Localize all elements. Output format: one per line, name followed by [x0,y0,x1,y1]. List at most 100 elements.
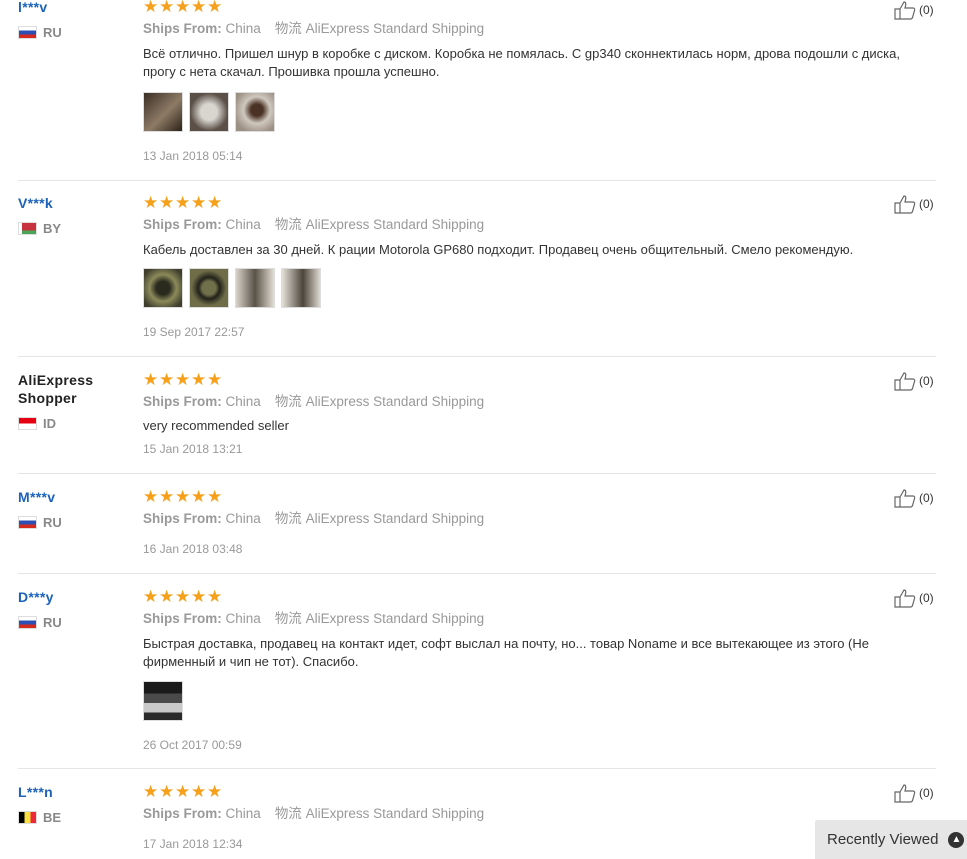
star-icon: ★ [159,782,175,801]
review-photo[interactable] [235,268,275,308]
star-icon: ★ [191,0,207,16]
star-icon: ★ [143,370,159,389]
divider [18,473,936,474]
reviewer-info: D***y RU [18,588,133,630]
reviewer-name[interactable]: V***k [18,194,133,212]
flag-ru-icon [18,26,37,39]
helpful-button[interactable]: (0) [894,194,934,214]
thumbs-up-icon [894,589,916,608]
rating-stars: ★ ★ ★ ★ ★ [143,193,223,212]
helpful-count: (0) [919,374,934,388]
reviewer-name[interactable]: l***v [18,0,133,16]
review-photo[interactable] [143,92,183,132]
reviewer-name: AliExpress Shopper [18,372,94,406]
thumbs-up-icon [894,195,916,214]
review-text: very recommended seller [143,418,289,433]
rating-stars: ★ ★ ★ ★ ★ [143,370,223,389]
thumbs-up-icon [894,489,916,508]
star-icon: ★ [175,782,191,801]
reviewer-country: RU [18,616,62,630]
review-text: Кабель доставлен за 30 дней. К рации Mot… [143,242,854,257]
review-photo[interactable] [143,681,183,721]
star-icon: ★ [143,487,159,506]
star-icon: ★ [175,487,191,506]
flag-ru-icon [18,616,37,629]
star-icon: ★ [207,782,223,801]
review-photo[interactable] [281,268,321,308]
star-icon: ★ [159,487,175,506]
review-text: Всё отлично. Пришел шнур в коробке с дис… [143,46,900,79]
reviewer-country: RU [18,516,62,530]
divider [18,180,936,181]
reviewer-info: AliExpress Shopper ID [18,371,133,431]
star-icon: ★ [207,587,223,606]
review-photo[interactable] [143,268,183,308]
reviewer-info: l***v RU [18,0,133,40]
divider [18,768,936,769]
review-photo[interactable] [235,92,275,132]
review-photo[interactable] [189,92,229,132]
reviewer-name[interactable]: D***y [18,588,133,606]
thumbs-up-icon [894,1,916,20]
divider [18,356,936,357]
flag-id-icon [18,417,37,430]
review-photos [143,268,321,308]
review-date: 15 Jan 2018 13:21 [143,442,243,456]
reviewer-name[interactable]: L***n [18,783,133,801]
star-icon: ★ [159,193,175,212]
star-icon: ★ [191,587,207,606]
star-icon: ★ [191,782,207,801]
rating-stars: ★ ★ ★ ★ ★ [143,0,222,15]
shipping-info: Ships From: China 物流 AliExpress Standard … [143,806,485,821]
recently-viewed-tab[interactable]: Recently Viewed ▲ [815,820,967,859]
chevron-up-icon[interactable]: ▲ [948,831,965,848]
star-icon: ★ [159,0,175,16]
review-photos [143,92,275,132]
helpful-count: (0) [919,491,934,505]
star-icon: ★ [175,370,191,389]
reviewer-country: ID [18,417,56,431]
recently-viewed-label: Recently Viewed [827,831,939,848]
flag-by-icon [18,222,37,235]
reviewer-info: M***v RU [18,488,133,530]
helpful-button[interactable]: (0) [894,0,934,20]
helpful-button[interactable]: (0) [894,371,934,391]
star-icon: ★ [191,487,207,506]
reviewer-country: BE [18,811,61,825]
star-icon: ★ [207,0,223,16]
star-icon: ★ [207,370,223,389]
review-text: Быстрая доставка, продавец на контакт ид… [143,636,869,669]
helpful-button[interactable]: (0) [894,588,934,608]
star-icon: ★ [207,487,223,506]
rating-stars: ★ ★ ★ ★ ★ [143,587,223,606]
shipping-info: Ships From: China 物流 AliExpress Standard … [143,394,485,409]
helpful-button[interactable]: (0) [894,783,934,803]
rating-stars: ★ ★ ★ ★ ★ [143,487,223,506]
star-icon: ★ [143,0,159,16]
review-date: 17 Jan 2018 12:34 [143,837,243,851]
star-icon: ★ [191,370,207,389]
star-icon: ★ [175,193,191,212]
review-date: 13 Jan 2018 05:14 [143,149,243,163]
divider [18,573,936,574]
star-icon: ★ [143,782,159,801]
shipping-info: Ships From: China 物流 AliExpress Standard … [143,611,485,626]
shipping-info: Ships From: China 物流 AliExpress Standard … [143,217,485,232]
review-photo[interactable] [189,268,229,308]
helpful-button[interactable]: (0) [894,488,934,508]
star-icon: ★ [175,0,191,16]
reviewer-info: V***k BY [18,194,133,236]
reviewer-name[interactable]: M***v [18,488,133,506]
star-icon: ★ [207,193,223,212]
helpful-count: (0) [919,3,934,17]
reviewer-country: BY [18,222,61,236]
review-date: 16 Jan 2018 03:48 [143,542,243,556]
helpful-count: (0) [919,786,934,800]
reviewer-info: L***n BE [18,783,133,825]
shipping-info: Ships From: China 物流 AliExpress Standard … [143,21,485,36]
flag-ru-icon [18,516,37,529]
thumbs-up-icon [894,372,916,391]
star-icon: ★ [143,587,159,606]
reviewer-country: RU [18,26,62,40]
rating-stars: ★ ★ ★ ★ ★ [143,782,223,801]
